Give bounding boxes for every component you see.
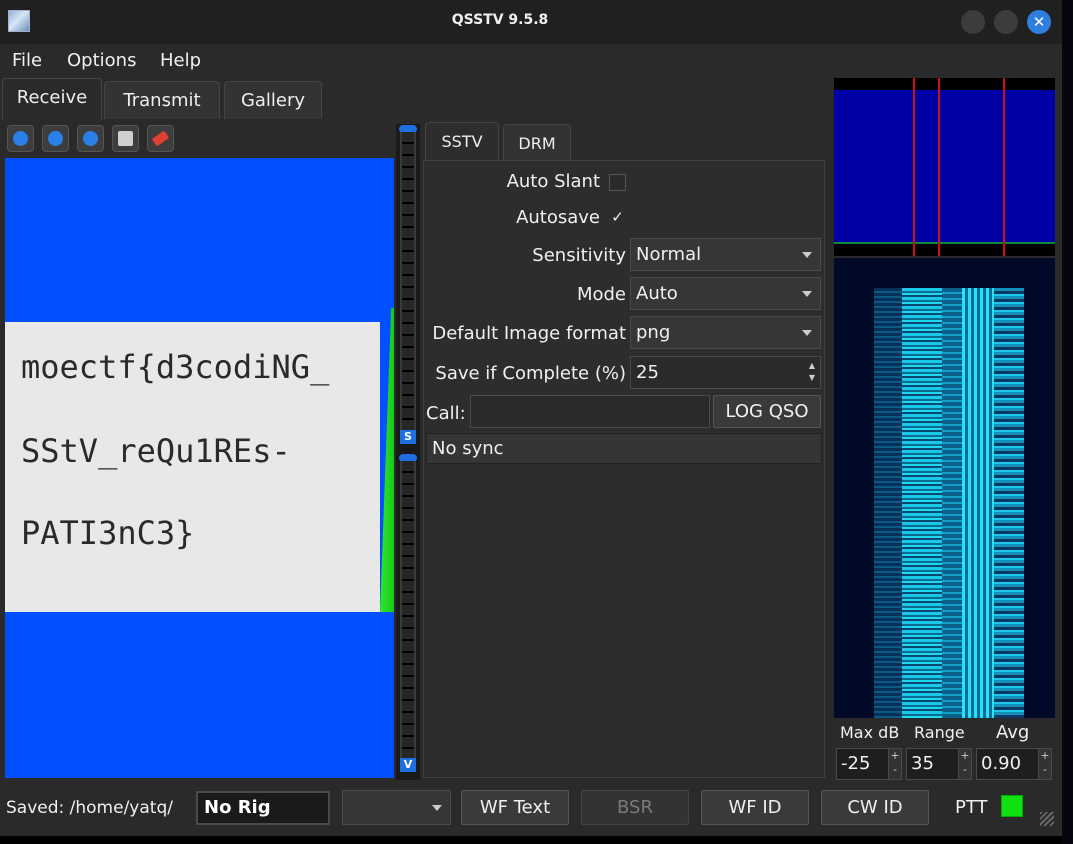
chevron-down-icon bbox=[802, 291, 812, 297]
autosave-checkbox[interactable]: ✓ bbox=[609, 210, 626, 227]
image-content: moectf{d3codiNG_ SStV_reQu1REs- PATI3nC3… bbox=[5, 322, 380, 612]
tab-gallery[interactable]: Gallery bbox=[224, 81, 322, 119]
stepper-icon[interactable]: + - bbox=[958, 749, 971, 779]
waterfall-signal bbox=[874, 288, 902, 718]
chevron-down-icon bbox=[432, 805, 442, 811]
avg-label: Avg bbox=[996, 722, 1030, 743]
range-label: Range bbox=[914, 723, 965, 742]
tab-receive[interactable]: Receive bbox=[2, 78, 102, 120]
waterfall-signal bbox=[902, 288, 942, 718]
save-if-complete-value: 25 bbox=[636, 362, 659, 383]
tab-sstv[interactable]: SSTV bbox=[425, 122, 499, 162]
eraser-icon bbox=[151, 130, 170, 147]
tab-drm[interactable]: DRM bbox=[503, 124, 571, 160]
wf-text-button[interactable]: WF Text bbox=[461, 790, 569, 825]
auto-slant-label: Auto Slant bbox=[506, 171, 600, 192]
save-if-complete-label: Save if Complete (%) bbox=[435, 363, 626, 384]
save-button[interactable] bbox=[112, 125, 139, 152]
bsr-button[interactable]: BSR bbox=[581, 790, 689, 825]
window-title: QSSTV 9.5.8 bbox=[451, 12, 549, 28]
play-button[interactable] bbox=[7, 125, 34, 152]
menu-options[interactable]: Options bbox=[67, 50, 136, 71]
avg-value: 0.90 bbox=[981, 753, 1022, 774]
menu-file[interactable]: File bbox=[12, 50, 42, 71]
save-icon bbox=[118, 131, 133, 146]
image-format-select[interactable]: png bbox=[630, 316, 821, 349]
sync-meter bbox=[400, 132, 416, 430]
mode-label: Mode bbox=[576, 284, 626, 305]
mode-select[interactable]: Auto bbox=[630, 277, 821, 310]
desktop-background bbox=[0, 836, 1073, 844]
range-spinbox[interactable]: 35 + - bbox=[906, 748, 972, 780]
autosave-label: Autosave bbox=[516, 207, 600, 228]
sensitivity-label: Sensitivity bbox=[532, 245, 626, 266]
volume-meter-label: V bbox=[400, 758, 416, 772]
sensitivity-select[interactable]: Normal bbox=[630, 238, 821, 271]
chevron-down-icon bbox=[802, 252, 812, 258]
close-button[interactable]: ✕ bbox=[1027, 10, 1051, 34]
call-label: Call: bbox=[426, 403, 466, 424]
volume-meter bbox=[400, 461, 416, 758]
sync-meter-label: S bbox=[400, 430, 416, 444]
waterfall-signal bbox=[962, 288, 994, 718]
max-db-label: Max dB bbox=[840, 723, 900, 742]
max-db-value: -25 bbox=[841, 753, 871, 774]
maximize-button[interactable] bbox=[994, 10, 1018, 34]
play-icon bbox=[13, 131, 28, 146]
save-if-complete-spinbox[interactable]: 25 ▲ ▼ bbox=[630, 356, 821, 389]
saved-path-label: Saved: /home/yatq/ bbox=[6, 798, 173, 818]
refresh-button[interactable] bbox=[77, 125, 104, 152]
menu-help[interactable]: Help bbox=[160, 50, 201, 71]
minimize-button[interactable] bbox=[961, 10, 985, 34]
call-input[interactable] bbox=[470, 395, 710, 428]
menu-bar: File Options Help bbox=[0, 44, 830, 76]
max-db-spinbox[interactable]: -25 + - bbox=[836, 748, 902, 780]
log-qso-button[interactable]: LOG QSO bbox=[713, 395, 821, 428]
stop-icon bbox=[48, 131, 63, 146]
image-text-line: SStV_reQu1REs- bbox=[21, 432, 291, 470]
tab-transmit[interactable]: Transmit bbox=[104, 81, 220, 119]
cw-id-button[interactable]: CW ID bbox=[821, 790, 929, 825]
spectrum-display bbox=[834, 78, 1055, 256]
frequency-marker bbox=[938, 78, 940, 256]
image-format-value: png bbox=[636, 322, 671, 343]
sync-slant-edge bbox=[380, 308, 394, 612]
title-bar[interactable]: QSSTV 9.5.8 ✕ bbox=[0, 0, 1062, 44]
resize-grip-icon[interactable] bbox=[1040, 812, 1054, 826]
ptt-label: PTT bbox=[955, 797, 988, 818]
image-format-label: Default Image format bbox=[432, 323, 626, 344]
desktop-background bbox=[1062, 0, 1073, 844]
waterfall-display bbox=[834, 258, 1055, 718]
stop-button[interactable] bbox=[42, 125, 69, 152]
close-icon: ✕ bbox=[1032, 13, 1046, 31]
sensitivity-value: Normal bbox=[636, 244, 702, 265]
ptt-indicator[interactable] bbox=[1001, 795, 1023, 817]
chevron-down-icon bbox=[802, 330, 812, 336]
transmit-select[interactable] bbox=[342, 790, 451, 825]
received-image: moectf{d3codiNG_ SStV_reQu1REs- PATI3nC3… bbox=[5, 158, 394, 778]
waterfall-signal bbox=[994, 288, 1024, 718]
signal-level-meter: S V bbox=[396, 124, 420, 780]
frequency-marker bbox=[1003, 78, 1005, 256]
rig-status: No Rig bbox=[196, 791, 330, 825]
qsstv-window: QSSTV 9.5.8 ✕ File Options Help Receive … bbox=[0, 0, 1062, 836]
erase-button[interactable] bbox=[147, 125, 174, 152]
stepper-icon[interactable]: + - bbox=[888, 749, 901, 779]
wf-id-button[interactable]: WF ID bbox=[701, 790, 809, 825]
image-text-line: moectf{d3codiNG_ bbox=[21, 348, 330, 386]
image-text-line: PATI3nC3} bbox=[21, 514, 195, 552]
sync-status: No sync bbox=[426, 433, 822, 464]
refresh-icon bbox=[83, 131, 98, 146]
frequency-marker bbox=[913, 78, 915, 256]
stepper-icon[interactable]: + - bbox=[1038, 749, 1051, 779]
avg-spinbox[interactable]: 0.90 + - bbox=[976, 748, 1052, 780]
spectrum-trace bbox=[834, 242, 1055, 244]
waterfall-signal bbox=[942, 288, 962, 718]
auto-slant-checkbox[interactable] bbox=[609, 174, 626, 191]
range-value: 35 bbox=[911, 753, 934, 774]
spectrum-background bbox=[834, 90, 1055, 244]
mode-value: Auto bbox=[636, 283, 678, 304]
spin-arrows-icon[interactable]: ▲ ▼ bbox=[807, 360, 817, 385]
